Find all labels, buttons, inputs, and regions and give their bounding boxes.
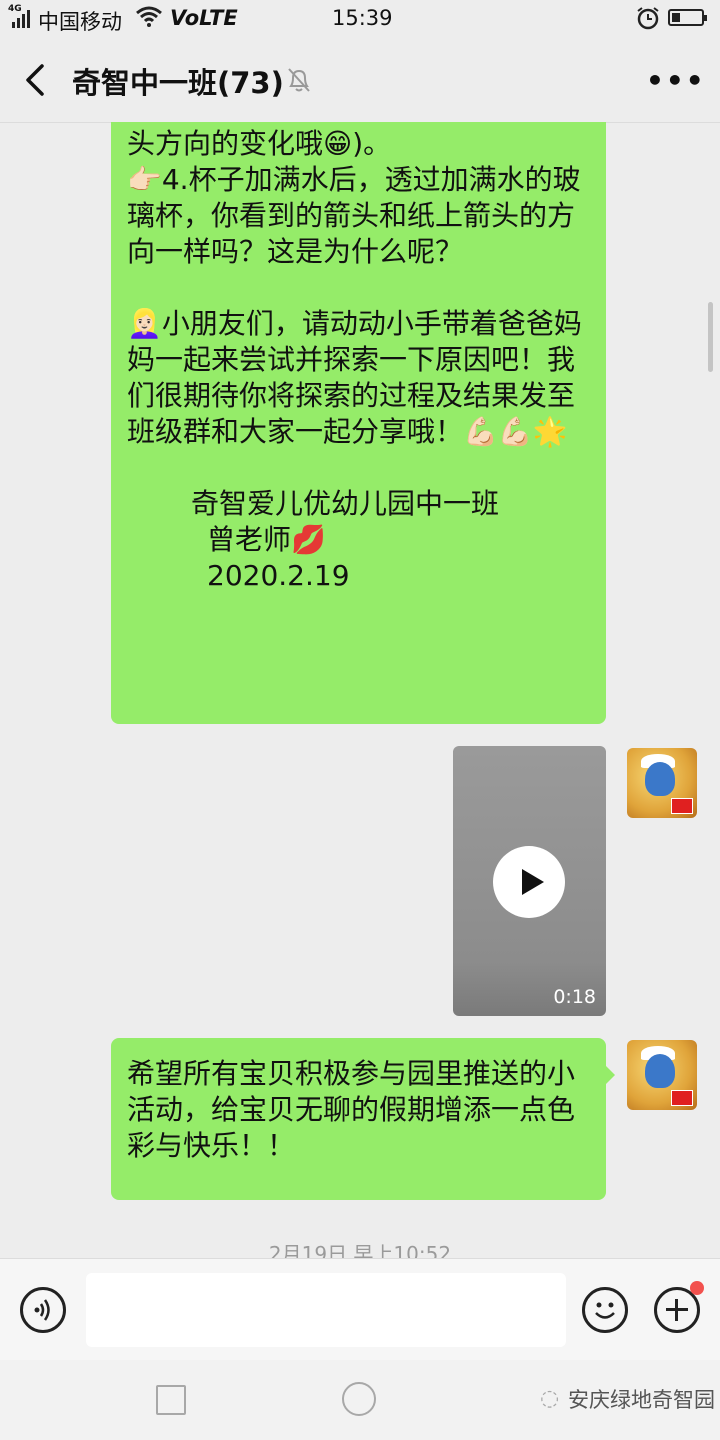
signature-date: 2020.2.19 (207, 559, 350, 592)
back-arrow-icon[interactable] (18, 60, 58, 100)
video-duration: 0:18 (553, 986, 596, 1008)
flag-icon (671, 798, 693, 814)
message-line: 👱🏻‍♀️小朋友们，请动动小手带着爸爸妈妈一起来尝试并探索一下原因吧！我们很期待… (127, 307, 582, 448)
voice-input-button[interactable] (20, 1287, 66, 1333)
volte-indicator: VoLTE (170, 6, 238, 30)
message-line: 头方向的变化哦😁)。 (127, 127, 392, 160)
avatar[interactable] (627, 1040, 697, 1110)
chat-title: 奇智中一班(73) (72, 66, 284, 100)
signature-teacher: 曾老师💋 (207, 523, 326, 556)
signal-icon (12, 8, 30, 28)
emoji-button[interactable] (582, 1287, 628, 1333)
status-bar: 4G 中国移动 VoLTE 15:39 (0, 0, 720, 38)
message-timestamp: 2月19日 早上10:52 (268, 1242, 452, 1258)
message-text: 希望所有宝贝积极参与园里推送的小活动，给宝贝无聊的假期增添一点色彩与快乐！！ (127, 1057, 576, 1162)
smurf-icon (645, 762, 675, 796)
watermark-text: 安庆绿地奇智园 (568, 1388, 715, 1412)
more-options-button[interactable]: ••• (646, 64, 706, 97)
message-list[interactable]: 头方向的变化哦😁)。 👉🏻4.杯子加满水后，透过加满水的玻璃杯，你看到的箭头和纸… (0, 122, 720, 1258)
wechat-logo-icon: ◌ (540, 1386, 560, 1411)
input-bar (0, 1258, 720, 1361)
status-time: 15:39 (332, 6, 393, 30)
play-icon[interactable] (493, 846, 565, 918)
battery-icon (668, 9, 707, 26)
message-line: 👉🏻4.杯子加满水后，透过加满水的玻璃杯，你看到的箭头和纸上箭头的方向一样吗？这… (127, 163, 581, 268)
flag-icon (671, 1090, 693, 1106)
battery-level (672, 13, 681, 22)
wifi-icon (136, 6, 162, 32)
video-message[interactable]: 0:18 (453, 746, 606, 1016)
notification-badge (690, 1281, 704, 1295)
home-button[interactable] (342, 1382, 376, 1416)
message-input[interactable] (86, 1273, 566, 1347)
recent-apps-button[interactable] (156, 1385, 186, 1415)
carrier-name: 中国移动 (38, 10, 122, 34)
scrollbar[interactable] (708, 302, 713, 372)
system-nav-bar: ◌ 安庆绿地奇智园 (0, 1360, 720, 1440)
message-bubble[interactable]: 头方向的变化哦😁)。 👉🏻4.杯子加满水后，透过加满水的玻璃杯，你看到的箭头和纸… (111, 122, 606, 724)
avatar[interactable] (627, 748, 697, 818)
message-bubble[interactable]: 希望所有宝贝积极参与园里推送的小活动，给宝贝无聊的假期增添一点色彩与快乐！！ (111, 1038, 615, 1200)
smurf-icon (645, 1054, 675, 1088)
mute-bell-icon (286, 66, 312, 98)
chat-header: 奇智中一班(73) ••• (0, 38, 720, 123)
alarm-icon (636, 6, 660, 34)
signature-school: 奇智爱儿优幼儿园中一班 (191, 487, 500, 520)
